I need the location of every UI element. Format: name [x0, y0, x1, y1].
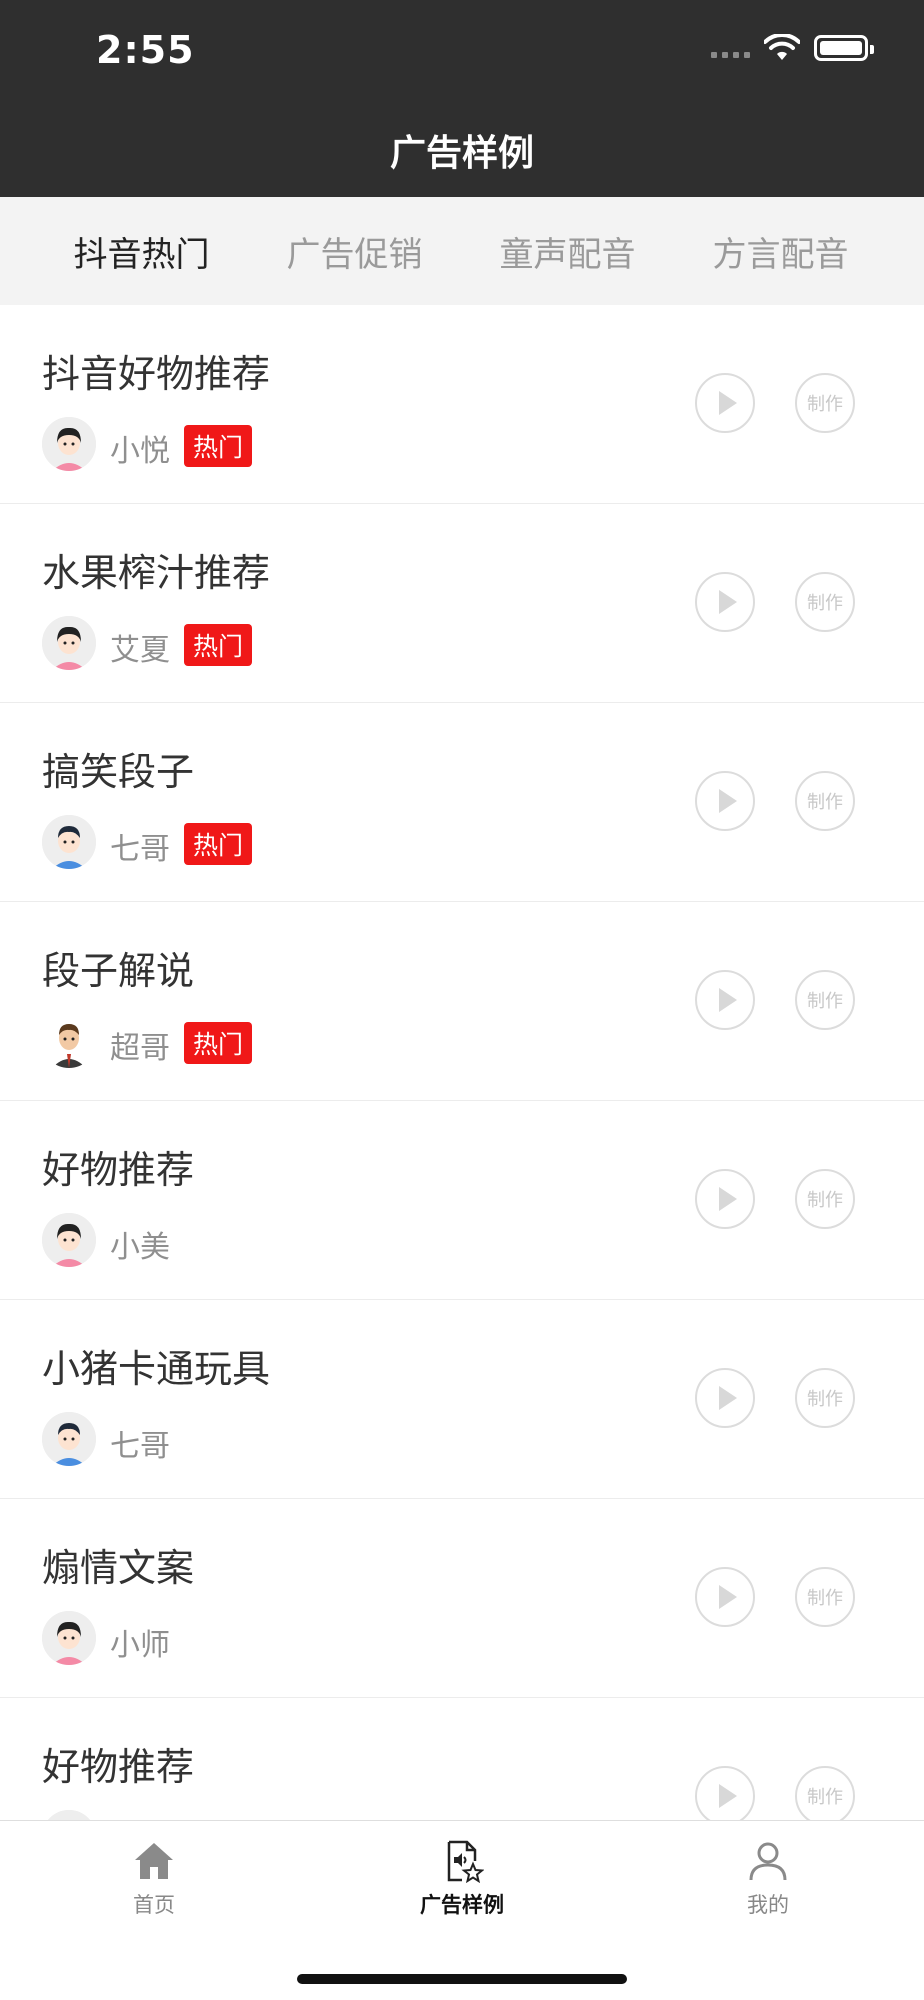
list-item[interactable]: 段子解说 超哥 热门 制作 [0, 902, 924, 1101]
bottom-tab-bar: 首页 广告样例 我的 [0, 1820, 924, 2000]
home-icon [135, 1843, 173, 1879]
tabbar-ad-samples[interactable]: 广告样例 [362, 1839, 562, 1919]
speaker-name: 小美 [110, 1230, 170, 1265]
female-avatar [42, 1611, 96, 1665]
play-button[interactable] [695, 771, 755, 831]
make-button[interactable]: 制作 [795, 1169, 855, 1229]
hot-badge: 热门 [184, 1022, 253, 1064]
status-icons [711, 34, 874, 62]
make-button[interactable]: 制作 [795, 1766, 855, 1820]
speaker-name: 七哥 [110, 832, 170, 867]
female-avatar [42, 1213, 96, 1267]
tabbar-label: 我的 [747, 1893, 789, 1917]
home-indicator [297, 1974, 627, 1984]
hot-badge: 热门 [184, 425, 253, 467]
hot-badge: 热门 [184, 624, 253, 666]
signal-icon [711, 38, 750, 58]
make-button[interactable]: 制作 [795, 1368, 855, 1428]
item-title: 好物推荐 [42, 1148, 195, 1192]
make-button[interactable]: 制作 [795, 970, 855, 1030]
tab-child-voice[interactable]: 童声配音 [461, 227, 674, 276]
item-title: 煽情文案 [42, 1546, 195, 1590]
play-button[interactable] [695, 1567, 755, 1627]
play-button[interactable] [695, 970, 755, 1030]
list-item[interactable]: 抖音好物推荐 小悦 热门 制作 [0, 305, 924, 504]
female-avatar [42, 1810, 96, 1820]
list-item[interactable]: 煽情文案 小师 制作 [0, 1499, 924, 1698]
female-avatar [42, 417, 96, 471]
male-suit-avatar [42, 1014, 96, 1068]
item-title: 搞笑段子 [42, 750, 195, 794]
make-button[interactable]: 制作 [795, 771, 855, 831]
item-title: 抖音好物推荐 [42, 352, 271, 396]
list-item[interactable]: 搞笑段子 七哥 热门 制作 [0, 703, 924, 902]
speaker-name: 超哥 [110, 1031, 170, 1066]
top-bar: 2:55 广告样例 [0, 0, 924, 197]
audio-file-star-icon [447, 1840, 484, 1883]
tabbar-label: 广告样例 [420, 1893, 504, 1917]
battery-icon [814, 35, 874, 61]
tab-ad-promo[interactable]: 广告促销 [248, 227, 461, 276]
item-title: 段子解说 [42, 949, 195, 993]
play-button[interactable] [695, 373, 755, 433]
item-title: 好物推荐 [42, 1745, 195, 1789]
tab-dialect-voice[interactable]: 方言配音 [674, 227, 887, 276]
list-item[interactable]: 好物推荐 制作 [0, 1698, 924, 1820]
list-item[interactable]: 好物推荐 小美 制作 [0, 1101, 924, 1300]
play-button[interactable] [695, 1169, 755, 1229]
play-button[interactable] [695, 1766, 755, 1820]
status-time: 2:55 [96, 28, 195, 72]
category-tabs: 抖音热门 广告促销 童声配音 方言配音 [0, 197, 924, 305]
hot-badge: 热门 [184, 823, 253, 865]
speaker-name: 七哥 [110, 1429, 170, 1464]
play-button[interactable] [695, 1368, 755, 1428]
list-item[interactable]: 水果榨汁推荐 艾夏 热门 制作 [0, 504, 924, 703]
speaker-name: 小师 [110, 1628, 170, 1663]
male-avatar [42, 815, 96, 869]
item-title: 水果榨汁推荐 [42, 551, 271, 595]
page-title: 广告样例 [389, 133, 534, 174]
play-button[interactable] [695, 572, 755, 632]
make-button[interactable]: 制作 [795, 572, 855, 632]
tabbar-home[interactable]: 首页 [54, 1839, 254, 1919]
tab-douyin-hot[interactable]: 抖音热门 [35, 227, 248, 276]
sample-list: 抖音好物推荐 小悦 热门 制作 水果榨汁推荐 艾夏 热门 制作 搞笑段子 七哥 … [0, 305, 924, 1820]
wifi-icon [764, 34, 800, 60]
list-item[interactable]: 小猪卡通玩具 七哥 制作 [0, 1300, 924, 1499]
speaker-name: 小悦 [110, 434, 170, 469]
make-button[interactable]: 制作 [795, 1567, 855, 1627]
male-avatar [42, 1412, 96, 1466]
item-title: 小猪卡通玩具 [42, 1347, 271, 1391]
tabbar-label: 首页 [133, 1893, 175, 1917]
speaker-name: 艾夏 [110, 633, 170, 668]
tabbar-mine[interactable]: 我的 [668, 1839, 868, 1919]
user-icon [749, 1842, 787, 1881]
female-avatar [42, 616, 96, 670]
make-button[interactable]: 制作 [795, 373, 855, 433]
